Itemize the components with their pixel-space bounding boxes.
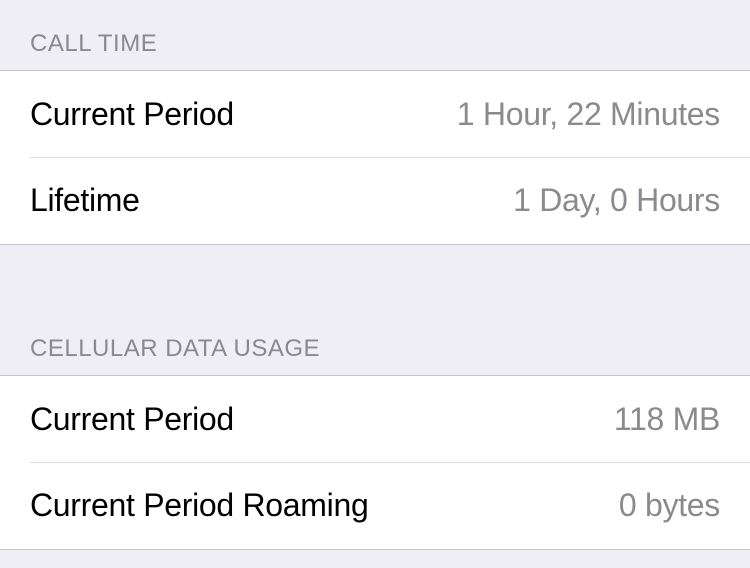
row-label: Current Period Roaming (30, 486, 368, 524)
row-value: 118 MB (614, 400, 720, 438)
row-call-time-current-period: Current Period 1 Hour, 22 Minutes (0, 71, 750, 157)
section-header-call-time: CALL TIME (0, 0, 750, 70)
row-cellular-current-period-roaming: Current Period Roaming 0 bytes (0, 462, 750, 548)
row-label: Lifetime (30, 181, 140, 219)
row-cellular-current-period: Current Period 118 MB (0, 376, 750, 462)
section-spacer (0, 245, 750, 300)
row-value: 0 bytes (619, 486, 720, 524)
row-value: 1 Hour, 22 Minutes (457, 95, 720, 133)
section-group-cellular-data-usage: Current Period 118 MB Current Period Roa… (0, 375, 750, 550)
row-value: 1 Day, 0 Hours (513, 181, 720, 219)
row-label: Current Period (30, 400, 234, 438)
row-call-time-lifetime: Lifetime 1 Day, 0 Hours (0, 157, 750, 243)
section-header-cellular-data-usage: CELLULAR DATA USAGE (0, 300, 750, 375)
row-label: Current Period (30, 95, 234, 133)
section-group-call-time: Current Period 1 Hour, 22 Minutes Lifeti… (0, 70, 750, 245)
